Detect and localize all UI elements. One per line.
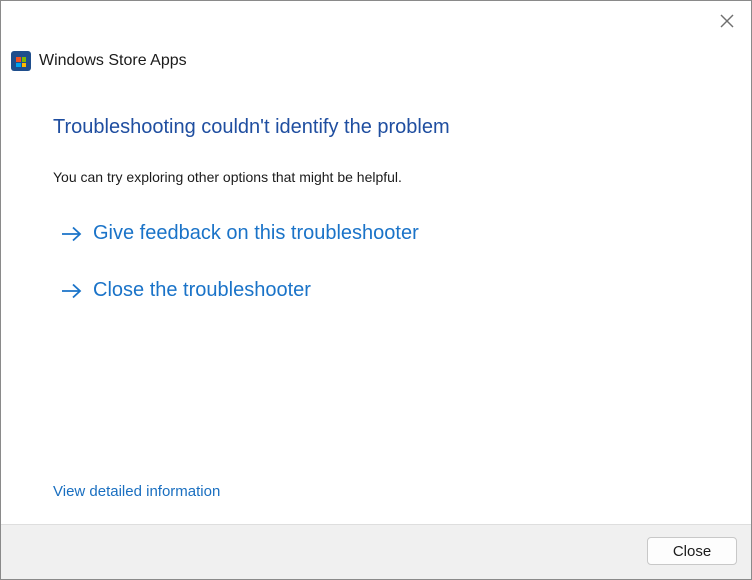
result-heading: Troubleshooting couldn't identify the pr…	[53, 116, 450, 138]
arrow-right-icon	[62, 226, 82, 241]
window-close-icon[interactable]	[717, 11, 737, 31]
view-details-link[interactable]: View detailed information	[53, 483, 220, 500]
troubleshooter-window: Windows Store Apps Troubleshooting could…	[0, 0, 752, 580]
result-subtext: You can try exploring other options that…	[53, 169, 402, 185]
app-title: Windows Store Apps	[39, 52, 187, 69]
close-troubleshooter-label: Close the troubleshooter	[93, 279, 311, 301]
close-button[interactable]: Close	[647, 537, 737, 565]
dialog-footer: Close	[1, 524, 751, 579]
arrow-right-icon	[62, 283, 82, 298]
store-app-icon	[11, 51, 31, 71]
app-header: Windows Store Apps	[11, 49, 187, 73]
give-feedback-label: Give feedback on this troubleshooter	[93, 222, 419, 244]
give-feedback-option[interactable]: Give feedback on this troubleshooter	[61, 222, 419, 245]
close-troubleshooter-option[interactable]: Close the troubleshooter	[61, 279, 311, 302]
